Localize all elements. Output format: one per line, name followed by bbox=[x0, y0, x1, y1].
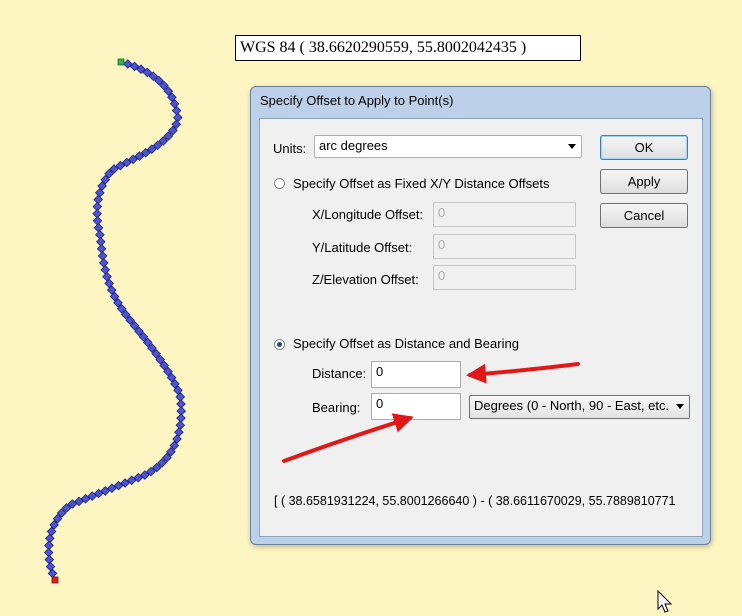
z-offset-field[interactable]: 0 bbox=[433, 265, 576, 290]
distance-label: Distance: bbox=[312, 366, 367, 381]
track-points bbox=[43, 59, 187, 579]
track-vertex[interactable] bbox=[92, 215, 103, 226]
track-vertex[interactable] bbox=[44, 533, 55, 544]
track-vertex[interactable] bbox=[100, 264, 111, 275]
apply-button[interactable]: Apply bbox=[600, 169, 688, 194]
ok-button[interactable]: OK bbox=[600, 135, 688, 160]
track-vertex[interactable] bbox=[96, 243, 107, 254]
z-offset-label: Z/Elevation Offset: bbox=[312, 272, 419, 287]
fixed-offset-radio[interactable] bbox=[274, 178, 285, 189]
dialog-body: Units: arc degrees OK Apply Cancel Speci… bbox=[259, 118, 703, 537]
bearing-field[interactable]: 0 bbox=[371, 393, 461, 420]
track-vertex[interactable] bbox=[95, 229, 105, 240]
chevron-down-icon[interactable] bbox=[568, 144, 576, 149]
track-start-point[interactable] bbox=[117, 58, 125, 66]
offset-dialog: Specify Offset to Apply to Point(s) Unit… bbox=[250, 86, 711, 545]
track-vertex[interactable] bbox=[93, 194, 104, 205]
track-vertex[interactable] bbox=[95, 236, 106, 247]
x-offset-label: X/Longitude Offset: bbox=[312, 207, 424, 222]
track-vertex[interactable] bbox=[174, 427, 184, 438]
units-label: Units: bbox=[273, 141, 307, 156]
bearing-units-select[interactable]: Degrees (0 - North, 90 - East, etc. bbox=[469, 395, 690, 419]
track-end-point[interactable] bbox=[51, 576, 59, 584]
distance-bearing-label[interactable]: Specify Offset as Distance and Bearing bbox=[293, 336, 519, 351]
distance-field[interactable]: 0 bbox=[371, 361, 461, 388]
track-vertex[interactable] bbox=[98, 258, 109, 268]
track-vertex[interactable] bbox=[176, 413, 186, 423]
x-offset-field[interactable]: 0 bbox=[433, 202, 576, 227]
distance-bearing-radio[interactable] bbox=[274, 339, 285, 350]
bearing-units-value: Degrees (0 - North, 90 - East, etc. bbox=[474, 398, 670, 413]
chevron-down-icon[interactable] bbox=[676, 404, 684, 409]
track-vertex[interactable] bbox=[93, 222, 104, 233]
units-select[interactable]: arc degrees bbox=[314, 135, 582, 158]
mouse-cursor-icon bbox=[657, 590, 673, 613]
units-select-value: arc degrees bbox=[319, 138, 388, 153]
y-offset-field[interactable]: 0 bbox=[433, 234, 576, 259]
bearing-label: Bearing: bbox=[312, 400, 361, 415]
dialog-title: Specify Offset to Apply to Point(s) bbox=[260, 93, 454, 108]
cancel-button[interactable]: Cancel bbox=[600, 203, 688, 228]
bounds-readout: [ ( 38.6581931224, 55.8001266640 ) - ( 3… bbox=[274, 494, 676, 508]
track-vertex[interactable] bbox=[97, 251, 108, 261]
y-offset-label: Y/Latitude Offset: bbox=[312, 240, 413, 255]
coordinate-readout: WGS 84 ( 38.6620290559, 55.8002042435 ) bbox=[235, 35, 581, 61]
track-vertex[interactable] bbox=[172, 112, 183, 123]
track-vertex[interactable] bbox=[175, 420, 186, 431]
fixed-offset-label[interactable]: Specify Offset as Fixed X/Y Distance Off… bbox=[293, 176, 550, 191]
track-vertex[interactable] bbox=[44, 554, 55, 565]
